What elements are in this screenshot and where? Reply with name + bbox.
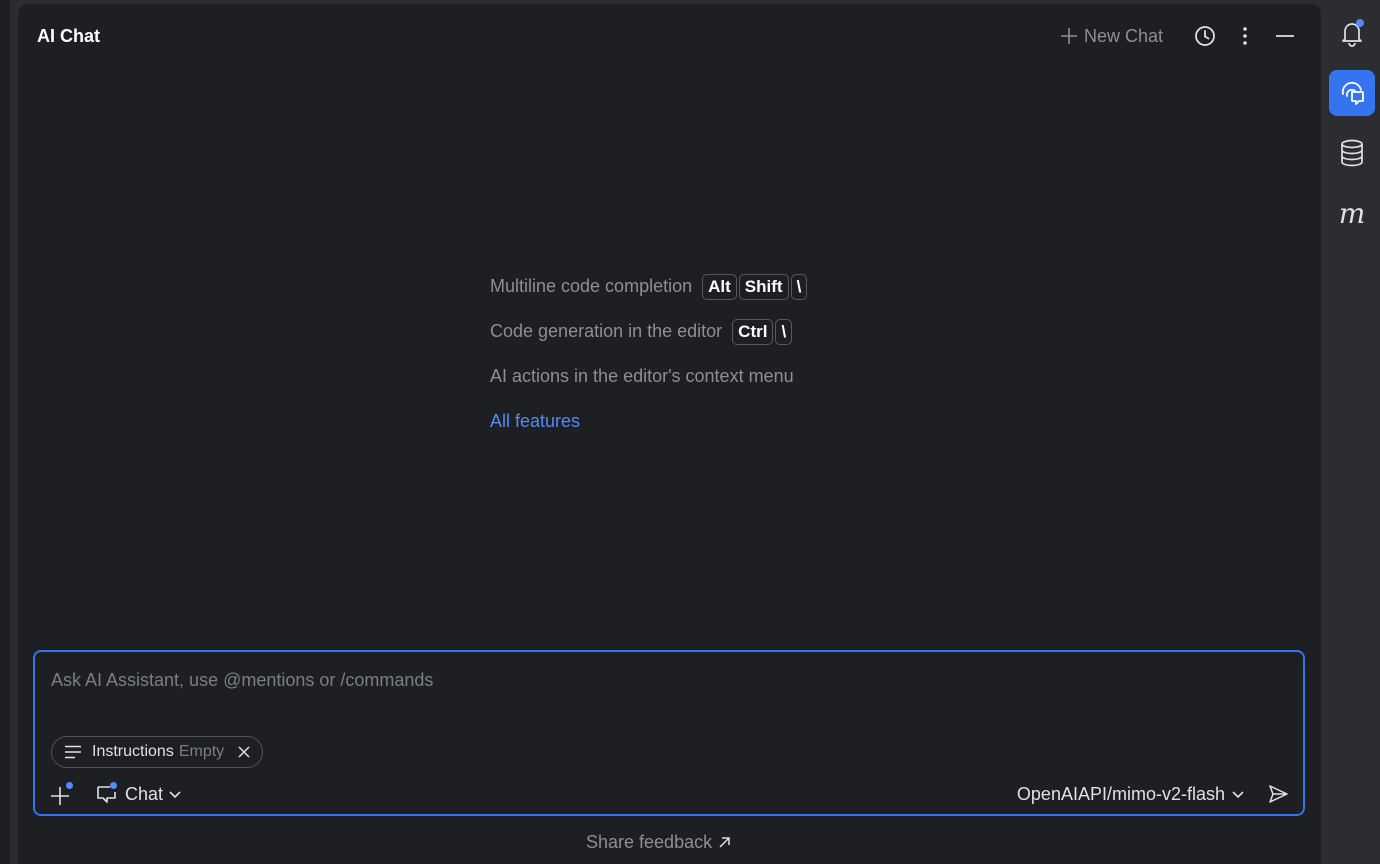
- ai-chat-icon: [1341, 81, 1364, 105]
- more-vertical-icon: [1243, 27, 1247, 45]
- database-icon: [1341, 139, 1363, 167]
- new-chat-button[interactable]: New Chat: [1060, 26, 1163, 47]
- model-label: OpenAIAPI/mimo-v2-flash: [1016, 783, 1225, 804]
- instructions-label: Instructions: [92, 743, 174, 760]
- chevron-down-icon: [1232, 791, 1244, 799]
- clock-icon: [1195, 26, 1215, 46]
- tips-list: Multiline code completion Alt Shift \ Co…: [490, 264, 809, 444]
- tip-code-generation: Code generation in the editor Ctrl \: [490, 309, 809, 354]
- chat-input-placeholder[interactable]: Ask AI Assistant, use @mentions or /comm…: [51, 670, 433, 691]
- more-options-button[interactable]: [1231, 22, 1259, 50]
- ai-chat-tool-button[interactable]: [1329, 70, 1375, 116]
- key-ctrl: Ctrl: [732, 318, 774, 345]
- shortcut-keys: Ctrl \: [732, 318, 794, 345]
- all-features-link[interactable]: All features: [490, 411, 580, 432]
- panel-toolbar: New Chat: [1060, 22, 1299, 50]
- minimize-button[interactable]: [1271, 22, 1299, 50]
- send-button[interactable]: [1267, 783, 1289, 805]
- left-editor-edge: [0, 0, 10, 864]
- send-icon: [1269, 785, 1288, 803]
- minimize-icon: [1276, 35, 1294, 37]
- external-arrow-icon: [719, 837, 730, 848]
- feedback-label: Share feedback: [586, 832, 713, 852]
- key-backslash: \: [790, 273, 808, 300]
- notification-dot: [110, 782, 117, 789]
- plus-icon: [1060, 28, 1077, 44]
- chat-mode-label: Chat: [125, 783, 164, 804]
- notifications-button[interactable]: [1329, 10, 1375, 56]
- tip-multiline-completion: Multiline code completion Alt Shift \: [490, 264, 809, 309]
- share-feedback-link[interactable]: Share feedback: [586, 832, 731, 853]
- instructions-chip[interactable]: Instructions Empty: [51, 736, 264, 768]
- ai-chat-panel: AI Chat New Chat Multiline code completi…: [18, 4, 1321, 864]
- notification-dot: [66, 782, 73, 789]
- new-chat-label: New Chat: [1083, 25, 1163, 46]
- key-shift: Shift: [738, 273, 789, 300]
- right-tool-rail: m: [1326, 0, 1380, 864]
- close-icon[interactable]: [238, 746, 250, 758]
- chat-mode-icon: [95, 782, 119, 806]
- tip-label: AI actions in the editor's context menu: [490, 366, 794, 386]
- panel-title: AI Chat: [37, 26, 100, 46]
- instructions-status: Empty: [178, 743, 225, 760]
- database-tool-button[interactable]: [1329, 130, 1375, 176]
- chevron-down-icon: [169, 791, 181, 799]
- input-bottom-row: Chat OpenAIAPI/mimo-v2-flash: [49, 780, 1289, 808]
- tip-label: Code generation in the editor: [490, 321, 723, 341]
- m-icon: m: [1338, 196, 1366, 230]
- align-left-icon: [65, 745, 81, 759]
- key-alt: Alt: [702, 273, 737, 300]
- m-tool-button[interactable]: m: [1329, 190, 1375, 236]
- key-backslash: \: [775, 318, 793, 345]
- model-selector[interactable]: OpenAIAPI/mimo-v2-flash: [1017, 784, 1245, 805]
- tip-label: Multiline code completion: [490, 276, 693, 296]
- tip-context-menu-actions: AI actions in the editor's context menu: [490, 354, 809, 399]
- add-context-button[interactable]: [49, 781, 75, 807]
- shortcut-keys: Alt Shift \: [702, 273, 809, 300]
- chat-mode-dropdown[interactable]: Chat: [95, 782, 182, 806]
- chat-input-box[interactable]: Ask AI Assistant, use @mentions or /comm…: [33, 650, 1305, 816]
- bell-icon: [1342, 19, 1364, 47]
- all-features-row: All features: [490, 399, 809, 444]
- history-button[interactable]: [1191, 22, 1219, 50]
